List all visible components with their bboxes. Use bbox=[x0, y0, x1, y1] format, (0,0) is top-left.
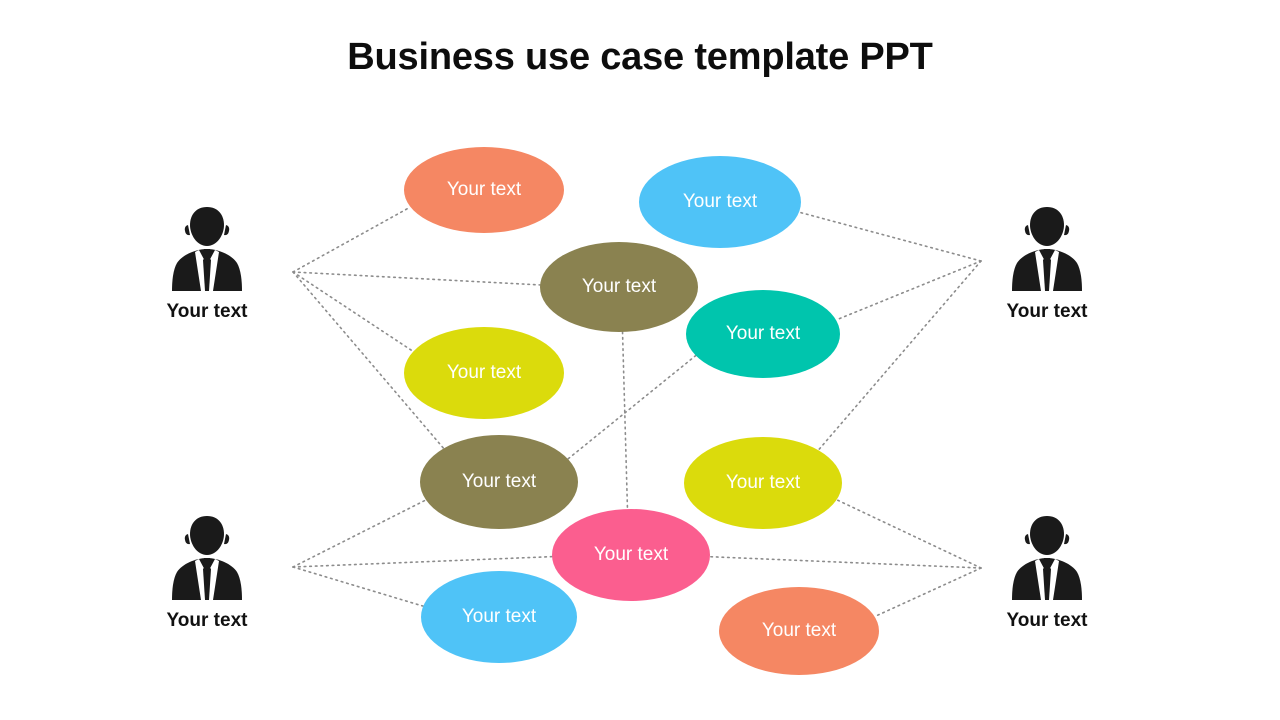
businessman-icon bbox=[172, 516, 242, 600]
connector-line bbox=[709, 555, 982, 569]
use-case-label: Your text bbox=[725, 472, 801, 493]
actor-label: Your text bbox=[166, 610, 248, 631]
use-case-label: Your text bbox=[682, 191, 758, 212]
connector-line bbox=[292, 206, 412, 273]
use-case-ellipse[interactable]: Your text bbox=[719, 587, 879, 675]
use-case-ellipse[interactable]: Your text bbox=[421, 571, 577, 663]
connector-line bbox=[835, 260, 982, 321]
use-case-ellipse[interactable]: Your text bbox=[686, 290, 840, 378]
use-case-ellipse[interactable]: Your text bbox=[684, 437, 842, 529]
actor-actor-bottom-left[interactable]: Your text bbox=[127, 512, 287, 632]
slide-canvas: Business use case template PPT Your text… bbox=[0, 0, 1280, 720]
connector-line bbox=[873, 567, 982, 618]
use-case-ellipse[interactable]: Your text bbox=[420, 435, 578, 529]
connector-line bbox=[835, 498, 982, 569]
use-case-label: Your text bbox=[446, 362, 522, 383]
connector-line bbox=[292, 271, 541, 286]
actor-label: Your text bbox=[1006, 610, 1088, 631]
connector-line bbox=[798, 211, 982, 262]
use-case-ellipse[interactable]: Your text bbox=[404, 147, 564, 233]
businessman-icon bbox=[1012, 516, 1082, 600]
actor-actor-top-left[interactable]: Your text bbox=[127, 203, 287, 323]
connector-line bbox=[292, 555, 553, 568]
actor-label: Your text bbox=[166, 301, 248, 322]
use-case-label: Your text bbox=[461, 471, 537, 492]
businessman-icon bbox=[172, 207, 242, 291]
connector-line bbox=[567, 354, 697, 460]
use-case-label: Your text bbox=[581, 276, 657, 297]
use-case-ellipse[interactable]: Your text bbox=[540, 242, 698, 332]
connector-line bbox=[292, 499, 427, 568]
use-case-label: Your text bbox=[461, 606, 537, 627]
actor-label: Your text bbox=[1006, 301, 1088, 322]
use-case-label: Your text bbox=[761, 620, 837, 641]
connector-line bbox=[292, 271, 415, 353]
businessman-icon bbox=[1012, 207, 1082, 291]
connector-line bbox=[292, 566, 425, 607]
connector-line bbox=[621, 331, 629, 510]
use-case-ellipse[interactable]: Your text bbox=[552, 509, 710, 601]
actor-actor-top-right[interactable]: Your text bbox=[967, 203, 1127, 323]
use-case-label: Your text bbox=[593, 544, 669, 565]
actor-actor-bottom-right[interactable]: Your text bbox=[967, 512, 1127, 632]
use-case-label: Your text bbox=[725, 323, 801, 344]
use-case-label: Your text bbox=[446, 179, 522, 200]
connector-line bbox=[817, 260, 982, 451]
use-case-ellipse[interactable]: Your text bbox=[639, 156, 801, 248]
use-case-ellipse[interactable]: Your text bbox=[404, 327, 564, 419]
